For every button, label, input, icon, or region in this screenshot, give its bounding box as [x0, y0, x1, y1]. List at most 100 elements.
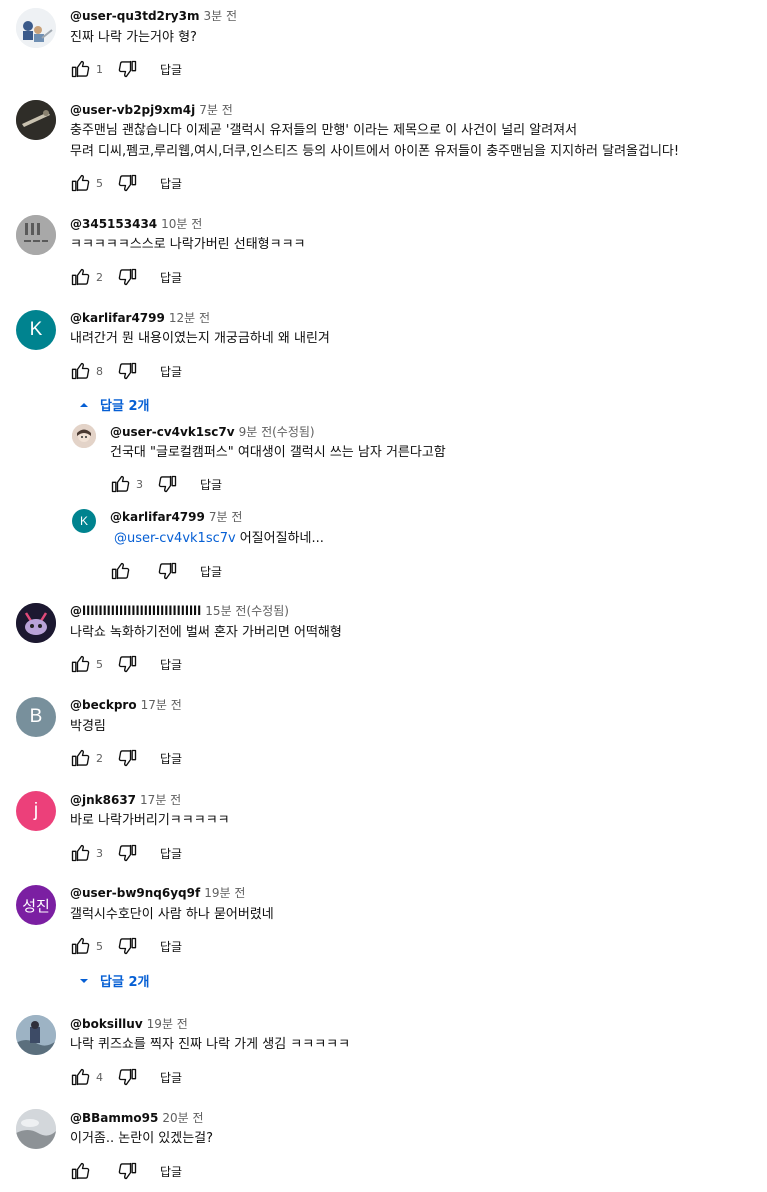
avatar[interactable]: [16, 603, 56, 643]
like-button[interactable]: [108, 559, 132, 583]
thumb-down-icon: [158, 561, 178, 581]
comment-text: 내려간거 뭔 내용이였는지 개궁금하네 왜 내린겨: [70, 331, 330, 346]
comment-text: 이거좀.. 논란이 있겠는걸?: [70, 1131, 214, 1146]
comment-author[interactable]: @boksilluv: [70, 1017, 143, 1031]
comment-text: ㅋㅋㅋㅋㅋ스스로 나락가버린 선태형ㅋㅋㅋ: [70, 237, 306, 252]
reply-button[interactable]: 답글: [160, 845, 182, 862]
replies-toggle[interactable]: 답글 2개: [78, 395, 149, 414]
thumb-down-icon: [158, 474, 178, 494]
comment-author[interactable]: @karlifar4799: [70, 311, 165, 325]
thumb-down-icon: [118, 1067, 138, 1087]
comment-time[interactable]: 7분 전: [199, 103, 233, 117]
dislike-button[interactable]: [116, 57, 140, 81]
comment-time[interactable]: 17분 전: [140, 793, 181, 807]
comment-author[interactable]: @beckpro: [70, 698, 137, 712]
reply-button[interactable]: 답글: [160, 656, 182, 673]
like-button[interactable]: [68, 1159, 92, 1183]
like-button[interactable]: [68, 265, 92, 289]
comment-actions: 3 답글: [68, 841, 182, 865]
dislike-button[interactable]: [156, 472, 180, 496]
like-count: 2: [96, 270, 103, 284]
dislike-button[interactable]: [116, 1065, 140, 1089]
like-button[interactable]: [68, 652, 92, 676]
comment-time[interactable]: 19분 전: [204, 886, 245, 900]
avatar[interactable]: [72, 424, 96, 448]
comment-time[interactable]: 17분 전: [141, 698, 182, 712]
dislike-button[interactable]: [116, 934, 140, 958]
reply-author[interactable]: @karlifar4799: [110, 510, 205, 524]
comment-author[interactable]: @345153434: [70, 217, 157, 231]
comment-author[interactable]: @user-qu3td2ry3m: [70, 9, 199, 23]
comment-time[interactable]: 12분 전: [169, 311, 210, 325]
comment-author[interactable]: @jnk8637: [70, 793, 136, 807]
comment-time[interactable]: 20분 전: [162, 1111, 203, 1125]
avatar[interactable]: K: [16, 310, 56, 350]
avatar[interactable]: K: [72, 509, 96, 533]
like-button[interactable]: [68, 1065, 92, 1089]
comment-time[interactable]: 19분 전: [147, 1017, 188, 1031]
comment-time[interactable]: 15분 전(수정됨): [205, 604, 289, 618]
reply-text: 어질어질하네...: [239, 531, 324, 546]
like-count: 5: [96, 176, 103, 190]
comment-text: 나락 퀴즈쇼를 찍자 진짜 나락 가게 생김 ㅋㅋㅋㅋㅋ: [70, 1037, 351, 1052]
comment-author[interactable]: @BBammo95: [70, 1111, 158, 1125]
thumb-up-icon: [70, 173, 90, 193]
dislike-button[interactable]: [116, 652, 140, 676]
avatar[interactable]: [16, 215, 56, 255]
thumb-up-icon: [110, 561, 130, 581]
reply-actions: 답글: [108, 559, 222, 583]
comment-text-line2: 무려 디씨,펨코,루리웹,여시,더쿠,인스티즈 등의 사이트에서 아이폰 유저들…: [70, 144, 680, 159]
comment-actions: 5 답글: [68, 652, 182, 676]
comment-author[interactable]: @lllllllllllllllllllllllllllll: [70, 604, 201, 618]
thumb-down-icon: [118, 267, 138, 287]
replies-toggle[interactable]: 답글 2개: [78, 971, 149, 990]
comment-author[interactable]: @user-bw9nq6yq9f: [70, 886, 200, 900]
dislike-button[interactable]: [116, 746, 140, 770]
reply-button[interactable]: 답글: [200, 563, 222, 580]
comment-time[interactable]: 10분 전: [161, 217, 202, 231]
thumb-down-icon: [118, 361, 138, 381]
avatar[interactable]: [16, 8, 56, 48]
reply-author[interactable]: @user-cv4vk1sc7v: [110, 425, 235, 439]
like-button[interactable]: [68, 746, 92, 770]
avatar[interactable]: 성진: [16, 885, 56, 925]
reply-actions: 3 답글: [108, 472, 222, 496]
reply-button[interactable]: 답글: [160, 1163, 182, 1180]
reply-button[interactable]: 답글: [160, 750, 182, 767]
reply-mention[interactable]: @user-cv4vk1sc7v: [114, 531, 236, 546]
like-button[interactable]: [108, 472, 132, 496]
avatar[interactable]: j: [16, 791, 56, 831]
dislike-button[interactable]: [116, 171, 140, 195]
comment-time[interactable]: 3분 전: [203, 9, 237, 23]
dislike-button[interactable]: [156, 559, 180, 583]
like-button[interactable]: [68, 57, 92, 81]
avatar[interactable]: [16, 1015, 56, 1055]
avatar[interactable]: [16, 100, 56, 140]
like-count: 4: [96, 1070, 103, 1084]
reply-button[interactable]: 답글: [160, 175, 182, 192]
reply-time[interactable]: 9분 전(수정됨): [239, 425, 315, 439]
like-count: 2: [96, 751, 103, 765]
reply-time[interactable]: 7분 전: [209, 510, 243, 524]
dislike-button[interactable]: [116, 359, 140, 383]
like-button[interactable]: [68, 171, 92, 195]
reply-button[interactable]: 답글: [160, 938, 182, 955]
like-button[interactable]: [68, 934, 92, 958]
avatar[interactable]: B: [16, 697, 56, 737]
like-button[interactable]: [68, 359, 92, 383]
reply-button[interactable]: 답글: [160, 363, 182, 380]
reply-button[interactable]: 답글: [200, 476, 222, 493]
thumb-down-icon: [118, 1161, 138, 1181]
reply-button[interactable]: 답글: [160, 61, 182, 78]
like-button[interactable]: [68, 841, 92, 865]
dislike-button[interactable]: [116, 841, 140, 865]
dislike-button[interactable]: [116, 265, 140, 289]
reply-button[interactable]: 답글: [160, 1069, 182, 1086]
comment-author[interactable]: @user-vb2pj9xm4j: [70, 103, 195, 117]
reply-button[interactable]: 답글: [160, 269, 182, 286]
thumb-down-icon: [118, 173, 138, 193]
avatar[interactable]: [16, 1109, 56, 1149]
comment-actions: 답글: [68, 1159, 182, 1183]
dislike-button[interactable]: [116, 1159, 140, 1183]
thumb-up-icon: [70, 361, 90, 381]
